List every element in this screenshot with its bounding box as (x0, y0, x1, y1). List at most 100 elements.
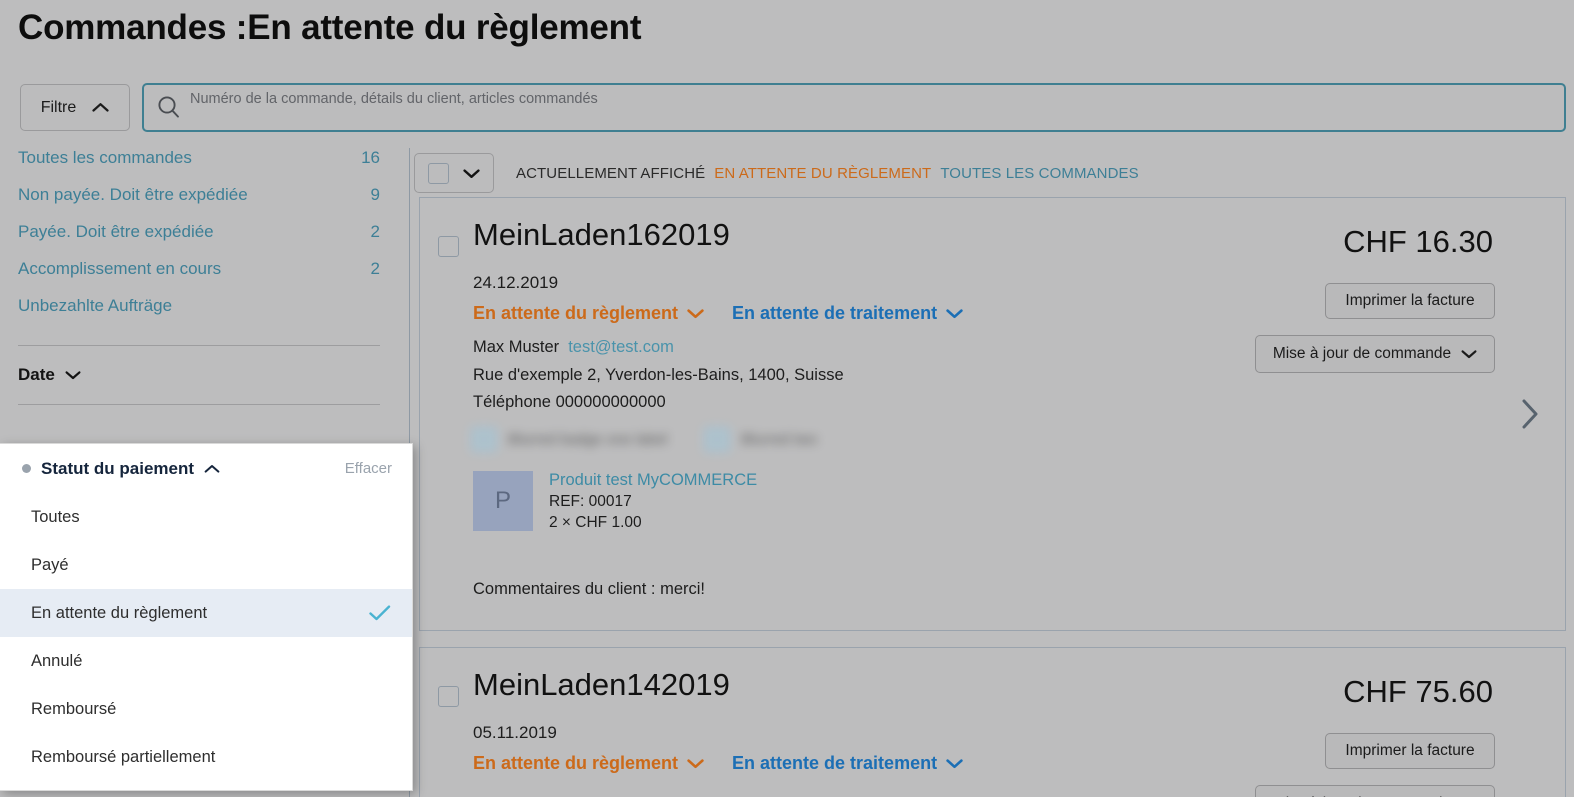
search-placeholder: Numéro de la commande, détails du client… (190, 91, 598, 107)
filter-option-label: Payé (31, 555, 69, 574)
order-total: CHF 16.30 (1343, 224, 1493, 259)
product-ref: REF: 00017 (549, 493, 632, 510)
active-filter-dot-icon (22, 464, 31, 473)
customer-email[interactable]: test@test.com (568, 338, 674, 356)
print-invoice-button[interactable]: Imprimer la facture (1325, 733, 1495, 769)
order-card[interactable]: MeinLaden142019 05.11.2019 En attente du… (419, 647, 1566, 797)
fulfillment-status-label: En attente de traitement (732, 303, 938, 323)
search-input[interactable]: Numéro de la commande, détails du client… (142, 83, 1566, 132)
order-id: MeinLaden162019 (473, 217, 730, 252)
sidebar-item-count: 2 (370, 222, 380, 241)
filter-option-label: Remboursé partiellement (31, 747, 216, 766)
order-product-line: P Produit test MyCOMMERCE REF: 00017 2 ×… (473, 471, 757, 533)
sidebar-item-label: Toutes les commandes (18, 148, 192, 167)
sidebar-nav-list: Toutes les commandes 16 Non payée. Doit … (0, 148, 398, 333)
payment-status-label: En attente du règlement (473, 303, 679, 323)
badge-icon (703, 426, 732, 453)
breadcrumb-label: ACTUELLEMENT AFFICHÉ (516, 164, 706, 182)
sidebar-item-paid-unshipped[interactable]: Payée. Doit être expédiée 2 (18, 222, 380, 259)
expand-order-chevron-right-icon[interactable] (1519, 397, 1541, 431)
order-card[interactable]: MeinLaden162019 24.12.2019 En attente du… (419, 197, 1566, 631)
fulfillment-status-dropdown[interactable]: En attente de traitement (732, 753, 963, 774)
order-date: 05.11.2019 (473, 723, 557, 742)
order-badges-blurred: Blurred badge one label Blurred two (470, 426, 817, 453)
badge-label: Blurred two (741, 431, 818, 448)
chevron-down-icon (65, 370, 81, 380)
update-order-label: Mise à jour de commande (1272, 345, 1452, 362)
sidebar-item-label: Unbezahlte Aufträge (18, 296, 173, 315)
order-status-row: En attente du règlement En attente de tr… (473, 303, 963, 324)
order-date: 24.12.2019 (473, 273, 559, 292)
product-name-link[interactable]: Produit test MyCOMMERCE (549, 471, 757, 490)
filter-option-en-attente-du-reglement[interactable]: En attente du règlement (0, 589, 412, 637)
filter-group-date-label: Date (18, 365, 55, 384)
customer-name-row: Max Muster test@test.com (473, 338, 674, 357)
sidebar-divider-2 (18, 404, 380, 405)
app-root: Commandes :En attente du règlement Filtr… (0, 0, 1574, 797)
chevron-down-icon (687, 758, 704, 769)
payment-status-dropdown[interactable]: En attente du règlement (473, 303, 704, 324)
print-invoice-label: Imprimer la facture (1345, 292, 1475, 309)
sidebar-item-fulfillment-in-progress[interactable]: Accomplissement en cours 2 (18, 259, 380, 296)
chevron-down-icon (687, 308, 704, 319)
breadcrumb-all-orders-link[interactable]: TOUTES LES COMMANDES (940, 165, 1138, 182)
filter-option-toutes[interactable]: Toutes (0, 493, 412, 541)
filter-option-label: Remboursé (31, 699, 117, 718)
order-checkbox[interactable] (438, 686, 459, 707)
customer-comment: Commentaires du client : merci! (473, 580, 705, 598)
chevron-down-icon (1461, 349, 1477, 359)
chevron-down-icon (946, 758, 963, 769)
breadcrumb-current-filter: EN ATTENTE DU RÈGLEMENT (714, 164, 932, 182)
product-qty-price: 2 × CHF 1.00 (549, 513, 642, 531)
clear-filter-link[interactable]: Effacer (345, 460, 392, 477)
fulfillment-status-dropdown[interactable]: En attente de traitement (732, 303, 963, 324)
check-icon (368, 604, 392, 622)
orders-toolbar: ACTUELLEMENT AFFICHÉ EN ATTENTE DU RÈGLE… (414, 152, 1139, 194)
order-badge: Blurred two (703, 426, 817, 453)
order-status-row: En attente du règlement En attente de tr… (473, 753, 963, 774)
payment-status-dropdown[interactable]: En attente du règlement (473, 753, 704, 774)
popover-title: Statut du paiement (41, 458, 195, 478)
update-order-button[interactable]: Mise à jour de commande (1255, 785, 1495, 797)
fulfillment-status-label: En attente de traitement (732, 753, 938, 773)
filter-option-annule[interactable]: Annulé (0, 637, 412, 685)
chevron-down-icon (946, 308, 963, 319)
breadcrumb: ACTUELLEMENT AFFICHÉ EN ATTENTE DU RÈGLE… (516, 165, 1139, 182)
sidebar-item-count: 9 (370, 185, 380, 204)
filter-option-paye[interactable]: Payé (0, 541, 412, 589)
print-invoice-button[interactable]: Imprimer la facture (1325, 283, 1495, 319)
chevron-down-icon (463, 168, 480, 179)
order-total: CHF 75.60 (1343, 674, 1493, 709)
update-order-button[interactable]: Mise à jour de commande (1255, 335, 1495, 373)
customer-address: Rue d'exemple 2, Yverdon-les-Bains, 1400… (473, 366, 844, 384)
search-icon (156, 94, 182, 125)
popover-header: Statut du paiement Effacer (0, 444, 412, 493)
filter-option-label: En attente du règlement (31, 603, 208, 622)
filter-group-date[interactable]: Date (18, 346, 380, 404)
sidebar-item-unbezahlte-auftraege[interactable]: Unbezahlte Aufträge (18, 296, 380, 333)
filter-option-rembourse-partiellement[interactable]: Remboursé partiellement (0, 733, 412, 781)
sidebar-item-label: Accomplissement en cours (18, 259, 222, 278)
order-badge: Blurred badge one label (470, 426, 667, 453)
sidebar-item-label: Payée. Doit être expédiée (18, 222, 214, 241)
order-checkbox[interactable] (438, 236, 459, 257)
sidebar-item-count: 16 (361, 148, 380, 167)
customer-phone: Téléphone 000000000000 (473, 393, 666, 411)
filter-option-rembourse[interactable]: Remboursé (0, 685, 412, 733)
print-invoice-label: Imprimer la facture (1345, 742, 1475, 759)
filter-option-label: Annulé (31, 651, 83, 670)
filter-button[interactable]: Filtre (20, 84, 130, 131)
product-thumbnail: P (473, 471, 533, 531)
sidebar-item-unpaid-unshipped[interactable]: Non payée. Doit être expédiée 9 (18, 185, 380, 222)
filter-option-label: Toutes (31, 507, 80, 526)
chevron-up-icon[interactable] (204, 464, 220, 474)
chevron-up-icon (92, 102, 109, 113)
page-title: Commandes :En attente du règlement (18, 8, 642, 47)
select-all-checkbox[interactable] (428, 162, 449, 184)
sidebar-item-all-orders[interactable]: Toutes les commandes 16 (18, 148, 380, 185)
badge-label: Blurred badge one label (508, 431, 668, 448)
bulk-select-dropdown[interactable] (414, 153, 494, 193)
order-id: MeinLaden142019 (473, 667, 730, 702)
payment-status-label: En attente du règlement (473, 753, 679, 773)
badge-icon (470, 426, 498, 453)
